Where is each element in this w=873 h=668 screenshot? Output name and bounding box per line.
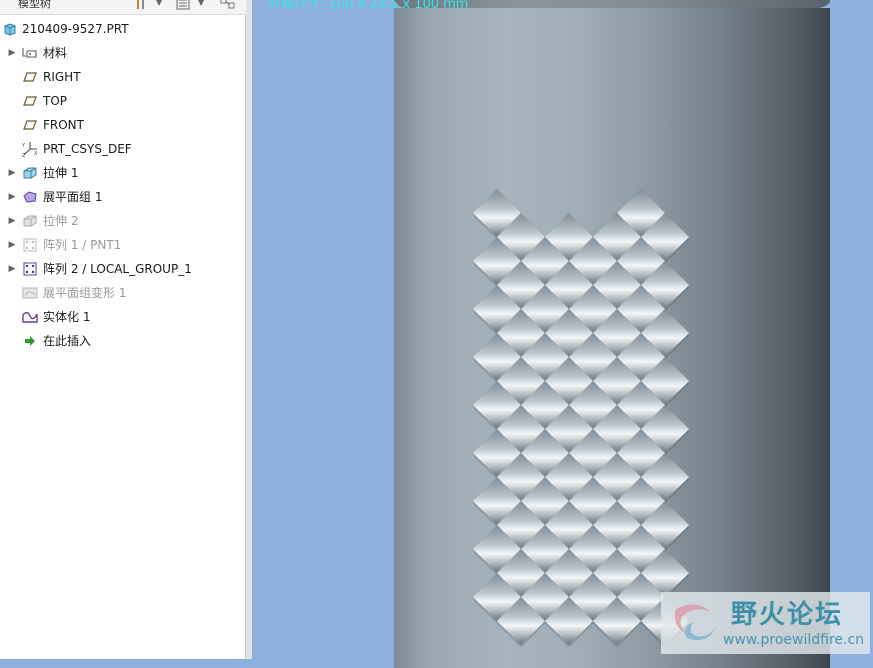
tree-item-label: 阵列 2 / LOCAL_GROUP_1	[43, 262, 192, 276]
model-tree-header: 模型树 ▼ ▼	[0, 0, 246, 15]
svg-text:Y: Y	[22, 143, 26, 149]
expand-arrow-icon[interactable]: ▶	[6, 258, 18, 280]
tree-item-pattern-1[interactable]: ▶ 阵列 1 / PNT1	[0, 234, 246, 256]
tree-item-label: 展平面组 1	[43, 190, 103, 204]
tree-item-right-plane[interactable]: RIGHT	[0, 66, 246, 88]
insert-here-arrow-icon	[22, 334, 38, 348]
tools-dropdown-arrow-icon[interactable]: ▼	[156, 0, 162, 10]
expand-arrow-icon[interactable]: ▶	[6, 162, 18, 184]
tree-item-material[interactable]: ▶ 材料	[0, 42, 246, 64]
tree-item-extrude-2[interactable]: ▶ 拉伸 2	[0, 210, 246, 232]
forum-watermark: 野火论坛 www.proewildfire.cn	[661, 592, 870, 654]
datum-plane-icon	[22, 118, 38, 132]
tree-item-label: 阵列 1 / PNT1	[43, 238, 122, 252]
svg-text:X: X	[34, 151, 38, 157]
tree-item-label: TOP	[43, 94, 68, 108]
tree-item-label: 材料	[43, 46, 68, 60]
tree-filter-icon[interactable]	[220, 0, 236, 10]
flatten-quilt-icon	[22, 190, 38, 204]
pattern-icon	[22, 238, 38, 252]
model-tree-panel: 模型树 ▼ ▼ 210409-9527.PRT ▶ 材料 RIGHT TOP F…	[0, 0, 246, 659]
watermark-title: 野火论坛	[731, 600, 844, 630]
tree-item-front-plane[interactable]: FRONT	[0, 114, 246, 136]
extrude-icon	[22, 166, 38, 180]
tree-root-part[interactable]: 210409-9527.PRT	[0, 18, 246, 40]
extrude-icon	[22, 214, 38, 228]
tree-item-label: 实体化 1	[43, 310, 91, 324]
tree-item-label: 拉伸 2	[43, 214, 79, 228]
tree-item-flatten-quilt-1[interactable]: ▶ 展平面组 1	[0, 186, 246, 208]
tree-item-label: 展平面组变形 1	[43, 286, 127, 300]
tree-item-label: 拉伸 1	[43, 166, 79, 180]
watermark-url: www.proewildfire.cn	[723, 632, 865, 648]
expand-arrow-icon[interactable]: ▶	[6, 186, 18, 208]
tree-item-label: RIGHT	[43, 70, 81, 84]
solidify-icon	[22, 310, 38, 324]
datum-plane-icon	[22, 70, 38, 84]
model-tree-title: 模型树	[18, 0, 51, 10]
csys-icon: Y X Z	[22, 142, 38, 157]
tree-item-csys[interactable]: Y X Z PRT_CSYS_DEF	[0, 138, 246, 160]
pattern-icon	[22, 262, 38, 276]
forum-logo-icon	[674, 604, 717, 641]
material-icon	[22, 46, 38, 60]
tree-item-solidify-1[interactable]: 实体化 1	[0, 306, 246, 328]
part-icon	[2, 22, 18, 36]
tree-item-flatten-deform-1[interactable]: 展平面组变形 1	[0, 282, 246, 304]
tree-item-extrude-1[interactable]: ▶ 拉伸 1	[0, 162, 246, 184]
tree-item-label: PRT_CSYS_DEF	[43, 142, 132, 156]
tools-icon[interactable]	[133, 0, 149, 10]
datum-plane-icon	[22, 94, 38, 108]
svg-text:Z: Z	[22, 153, 26, 157]
list-settings-icon[interactable]	[175, 0, 191, 10]
expand-arrow-icon[interactable]: ▶	[6, 42, 18, 64]
flatten-deform-icon	[22, 286, 38, 300]
tree-item-label: 在此插入	[43, 334, 92, 348]
expand-arrow-icon[interactable]: ▶	[6, 210, 18, 232]
tree-root-label: 210409-9527.PRT	[22, 22, 129, 36]
expand-arrow-icon[interactable]: ▶	[6, 234, 18, 256]
tree-item-label: FRONT	[43, 118, 84, 132]
tree-item-top-plane[interactable]: TOP	[0, 90, 246, 112]
tree-item-insert-here[interactable]: 在此插入	[0, 330, 246, 352]
settings-dropdown-arrow-icon[interactable]: ▼	[198, 0, 204, 10]
tree-item-pattern-2[interactable]: ▶ 阵列 2 / LOCAL_GROUP_1	[0, 258, 246, 280]
bounding-box-dimension-text: 外框尺寸: 100 x 28.5 x 100 mm	[268, 0, 469, 12]
